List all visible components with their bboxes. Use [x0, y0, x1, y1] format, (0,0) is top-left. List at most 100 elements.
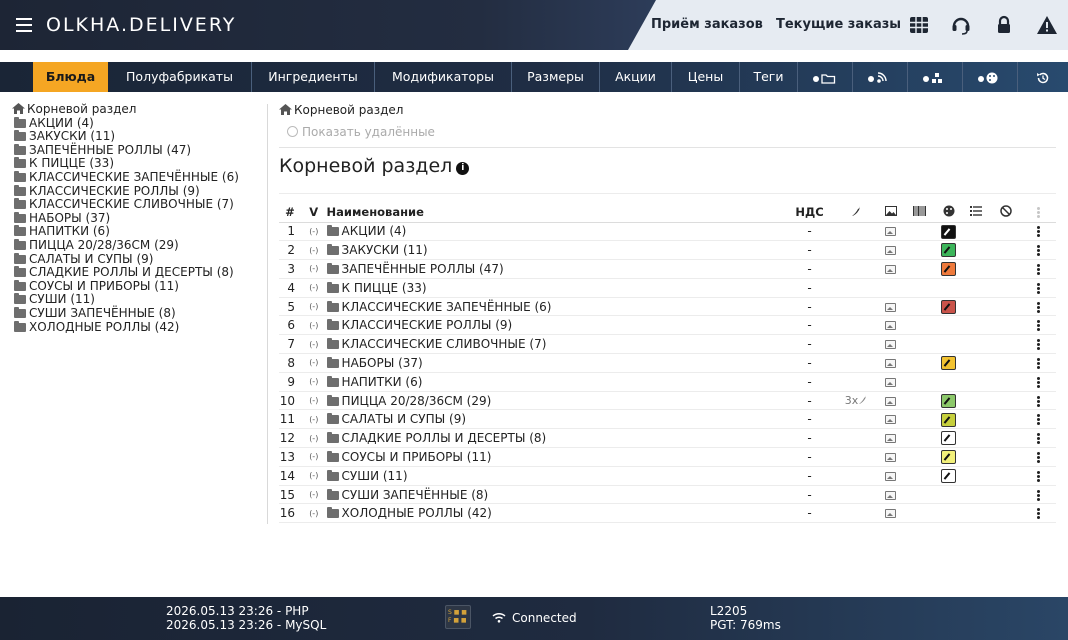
image-icon[interactable] — [885, 396, 897, 406]
row-menu-icon[interactable] — [1036, 489, 1040, 502]
table-row[interactable]: 6 (-) КЛАССИЧЕСКИЕ РОЛЛЫ (9) - — [279, 315, 1056, 336]
col-color[interactable] — [935, 203, 962, 223]
tree-item[interactable]: СУШИ ЗАПЕЧЁННЫЕ (8) — [12, 306, 262, 321]
category-link[interactable]: КЛАССИЧЕСКИЕ ЗАПЕЧЁННЫЕ (6) — [326, 300, 551, 314]
table-row[interactable]: 5 (-) КЛАССИЧЕСКИЕ ЗАПЕЧЁННЫЕ (6) - — [279, 297, 1056, 317]
tab-semi-finished[interactable]: Полуфабрикаты — [108, 62, 252, 92]
col-menu[interactable] — [1020, 203, 1056, 223]
image-icon[interactable] — [885, 377, 897, 387]
row-menu-icon[interactable] — [1036, 357, 1040, 370]
tree-item[interactable]: ЗАКУСКИ (11) — [12, 129, 262, 144]
image-icon[interactable] — [885, 264, 897, 274]
col-vat[interactable]: НДС — [785, 203, 834, 223]
table-row[interactable]: 4 (-) К ПИЦЦЕ (33) - — [279, 278, 1056, 298]
row-menu-icon[interactable] — [1036, 507, 1040, 520]
visibility-toggle[interactable]: (-) — [300, 222, 327, 242]
row-menu-icon[interactable] — [1036, 395, 1040, 408]
category-link[interactable]: ПИЦЦА 20/28/36СМ (29) — [326, 394, 491, 408]
color-swatch[interactable] — [941, 299, 957, 314]
visibility-toggle[interactable]: (-) — [300, 315, 327, 336]
tab-promotions[interactable]: Акции — [600, 62, 672, 92]
category-link[interactable]: ЗАПЕЧЁННЫЕ РОЛЛЫ (47) — [326, 262, 504, 276]
table-row[interactable]: 12 (-) СЛАДКИЕ РОЛЛЫ И ДЕСЕРТЫ (8) - — [279, 428, 1056, 449]
tab-prices[interactable]: Цены — [672, 62, 740, 92]
image-icon[interactable] — [885, 509, 897, 519]
image-icon[interactable] — [885, 321, 897, 331]
tree-item[interactable]: НАБОРЫ (37) — [12, 211, 262, 226]
headset-icon[interactable] — [950, 14, 972, 36]
tree-root[interactable]: Корневой раздел — [12, 102, 262, 117]
visibility-toggle[interactable]: (-) — [300, 466, 327, 486]
row-menu-icon[interactable] — [1036, 301, 1040, 314]
table-row[interactable]: 13 (-) СОУСЫ И ПРИБОРЫ (11) - — [279, 447, 1056, 467]
table-row[interactable]: 10 (-) ПИЦЦА 20/28/36СМ (29) -3x — [279, 391, 1056, 411]
tree-item[interactable]: КЛАССИЧЕСКИЕ РОЛЛЫ (9) — [12, 184, 262, 199]
visibility-toggle[interactable]: (-) — [300, 278, 327, 298]
visibility-toggle[interactable]: (-) — [300, 259, 327, 279]
tree-item[interactable]: ПИЦЦА 20/28/36СМ (29) — [12, 238, 262, 253]
visibility-toggle[interactable]: (-) — [300, 297, 327, 317]
col-name[interactable]: Наименование — [326, 203, 786, 223]
table-row[interactable]: 3 (-) ЗАПЕЧЁННЫЕ РОЛЛЫ (47) - — [279, 259, 1056, 279]
row-menu-icon[interactable] — [1036, 432, 1040, 445]
image-icon[interactable] — [885, 415, 897, 425]
tree-item[interactable]: ЗАПЕЧЁННЫЕ РОЛЛЫ (47) — [12, 143, 262, 158]
visibility-toggle[interactable]: (-) — [300, 428, 327, 449]
row-menu-icon[interactable] — [1036, 263, 1040, 276]
color-swatch[interactable] — [941, 412, 957, 427]
device-indicator-icon[interactable]: S ■ ■ F ■ ■ — [445, 605, 471, 629]
row-menu-icon[interactable] — [1036, 244, 1040, 257]
tab-palette-add[interactable] — [963, 62, 1018, 92]
table-row[interactable]: 2 (-) ЗАКУСКИ (11) - — [279, 240, 1056, 261]
current-orders-link[interactable]: Текущие заказы — [776, 17, 901, 32]
show-deleted-toggle[interactable]: Показать удалённые — [287, 125, 435, 139]
image-icon[interactable] — [885, 452, 897, 462]
tree-item[interactable]: НАПИТКИ (6) — [12, 225, 262, 239]
category-link[interactable]: АКЦИИ (4) — [326, 224, 406, 238]
tree-item[interactable]: СУШИ (11) — [12, 293, 262, 307]
table-row[interactable]: 8 (-) НАБОРЫ (37) - — [279, 353, 1056, 373]
category-link[interactable]: ЗАКУСКИ (11) — [326, 243, 428, 257]
visibility-toggle[interactable]: (-) — [300, 503, 327, 524]
col-num[interactable]: # — [279, 203, 301, 223]
col-visible[interactable]: V — [300, 203, 327, 223]
table-row[interactable]: 7 (-) КЛАССИЧЕСКИЕ СЛИВОЧНЫЕ (7) - — [279, 334, 1056, 355]
row-menu-icon[interactable] — [1036, 282, 1040, 295]
tab-sizes[interactable]: Размеры — [512, 62, 600, 92]
image-icon[interactable] — [885, 227, 897, 237]
visibility-toggle[interactable]: (-) — [300, 409, 327, 430]
image-icon[interactable] — [885, 434, 897, 444]
grid-icon[interactable] — [908, 14, 930, 36]
info-icon[interactable]: i — [456, 162, 470, 175]
menu-icon[interactable] — [16, 18, 32, 32]
warning-icon[interactable] — [1036, 14, 1058, 36]
col-disabled[interactable] — [991, 203, 1021, 223]
visibility-toggle[interactable]: (-) — [300, 334, 327, 355]
table-row[interactable]: 1 (-) АКЦИИ (4) - — [279, 222, 1056, 242]
color-swatch[interactable] — [941, 262, 957, 277]
category-link[interactable]: НАПИТКИ (6) — [326, 375, 422, 389]
tree-item[interactable]: СОУСЫ И ПРИБОРЫ (11) — [12, 279, 262, 294]
category-link[interactable]: СОУСЫ И ПРИБОРЫ (11) — [326, 450, 491, 464]
category-link[interactable]: КЛАССИЧЕСКИЕ РОЛЛЫ (9) — [326, 318, 512, 332]
row-menu-icon[interactable] — [1036, 376, 1040, 389]
tab-dishes[interactable]: Блюда — [33, 62, 108, 92]
image-icon[interactable] — [885, 302, 897, 312]
category-link[interactable]: КЛАССИЧЕСКИЕ СЛИВОЧНЫЕ (7) — [326, 337, 546, 351]
col-spicy[interactable] — [833, 203, 879, 223]
image-icon[interactable] — [885, 490, 897, 500]
lock-icon[interactable] — [993, 14, 1015, 36]
visibility-toggle[interactable]: (-) — [300, 391, 327, 411]
table-row[interactable]: 15 (-) СУШИ ЗАПЕЧЁННЫЕ (8) - — [279, 485, 1056, 505]
row-menu-icon[interactable] — [1036, 470, 1040, 483]
category-link[interactable]: ХОЛОДНЫЕ РОЛЛЫ (42) — [326, 506, 492, 520]
tab-structure-add[interactable] — [908, 62, 963, 92]
visibility-toggle[interactable]: (-) — [300, 485, 327, 505]
row-menu-icon[interactable] — [1036, 451, 1040, 464]
visibility-toggle[interactable]: (-) — [300, 353, 327, 373]
tab-rss-add[interactable] — [853, 62, 908, 92]
tree-item[interactable]: КЛАССИЧЕСКИЕ СЛИВОЧНЫЕ (7) — [12, 197, 262, 212]
breadcrumb[interactable]: Корневой раздел — [279, 103, 1056, 117]
tab-history[interactable] — [1018, 62, 1068, 92]
category-link[interactable]: СУШИ (11) — [326, 469, 408, 483]
